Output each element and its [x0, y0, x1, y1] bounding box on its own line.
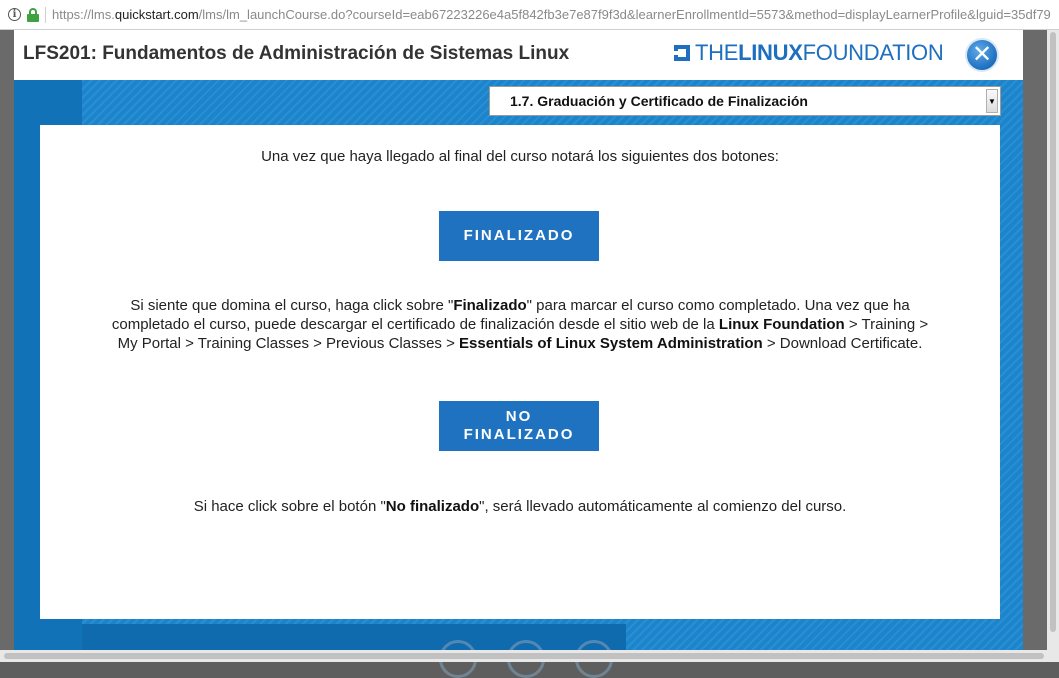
vertical-scrollbar-thumb[interactable]: [1050, 32, 1056, 632]
no-finalizado-line1: NO: [505, 408, 533, 425]
linux-foundation-logo: THE LINUX FOUNDATION: [674, 40, 944, 65]
lf-logo-mark-icon: [674, 45, 690, 61]
url-host: quickstart.com: [114, 7, 199, 22]
course-title: LFS201: Fundamentos de Administración de…: [23, 43, 570, 64]
finalizado-button[interactable]: FINALIZADO: [439, 211, 599, 261]
p2-text: > Download Certificate.: [762, 335, 923, 352]
p3-text: Si hace click sobre el botón ": [193, 498, 386, 515]
section-dropdown[interactable]: 1.7. Graduación y Certificado de Finaliz…: [489, 86, 1001, 116]
logo-the: THE: [695, 40, 739, 65]
p2-bold-course-name: Essentials of Linux System Administratio…: [459, 335, 763, 352]
logo-foundation: FOUNDATION: [802, 40, 944, 65]
intro-text: Una vez que haya llegado al final del cu…: [261, 148, 779, 165]
lock-icon[interactable]: [27, 7, 39, 22]
address-bar[interactable]: i https://lms.quickstart.com/lms/lm_laun…: [0, 0, 1059, 30]
course-modal: LFS201: Fundamentos de Administración de…: [14, 30, 1023, 678]
vertical-scrollbar[interactable]: [1047, 30, 1059, 650]
no-finalizado-explanation: Si hace click sobre el botón "No finaliz…: [100, 497, 940, 516]
no-finalizado-line2: FINALIZADO: [463, 426, 575, 443]
section-dropdown-value: 1.7. Graduación y Certificado de Finaliz…: [510, 93, 808, 109]
no-finalizado-button[interactable]: NO FINALIZADO: [439, 401, 599, 451]
lesson-panel: Una vez que haya llegado al final del cu…: [40, 125, 1000, 619]
horizontal-scrollbar[interactable]: [0, 650, 1059, 662]
modal-header: LFS201: Fundamentos de Administración de…: [14, 30, 1023, 80]
instructions-paragraph: Si siente que domina el curso, haga clic…: [100, 296, 940, 353]
info-icon[interactable]: i: [8, 8, 21, 21]
p2-bold-finalizado: Finalizado: [453, 297, 527, 314]
logo-linux: LINUX: [738, 40, 803, 65]
close-icon[interactable]: ✕: [965, 38, 999, 72]
p2-bold-linux-foundation: Linux Foundation: [718, 316, 845, 333]
p3-bold-no-finalizado: No finalizado: [385, 498, 480, 515]
dropdown-arrow-icon[interactable]: ▼: [986, 89, 998, 113]
url-path: /lms/lm_launchCourse.do?courseId=eab6722…: [198, 7, 1051, 22]
horizontal-scrollbar-thumb[interactable]: [4, 653, 1044, 659]
url-prefix: https://lms.: [52, 7, 115, 22]
p3-text: ", será llevado automáticamente al comie…: [479, 498, 847, 515]
p2-text: Si siente que domina el curso, haga clic…: [130, 297, 454, 314]
url-text[interactable]: https://lms.quickstart.com/lms/lm_launch…: [52, 7, 1051, 22]
content-area: 1.7. Graduación y Certificado de Finaliz…: [14, 80, 1023, 678]
url-separator: [45, 6, 46, 23]
